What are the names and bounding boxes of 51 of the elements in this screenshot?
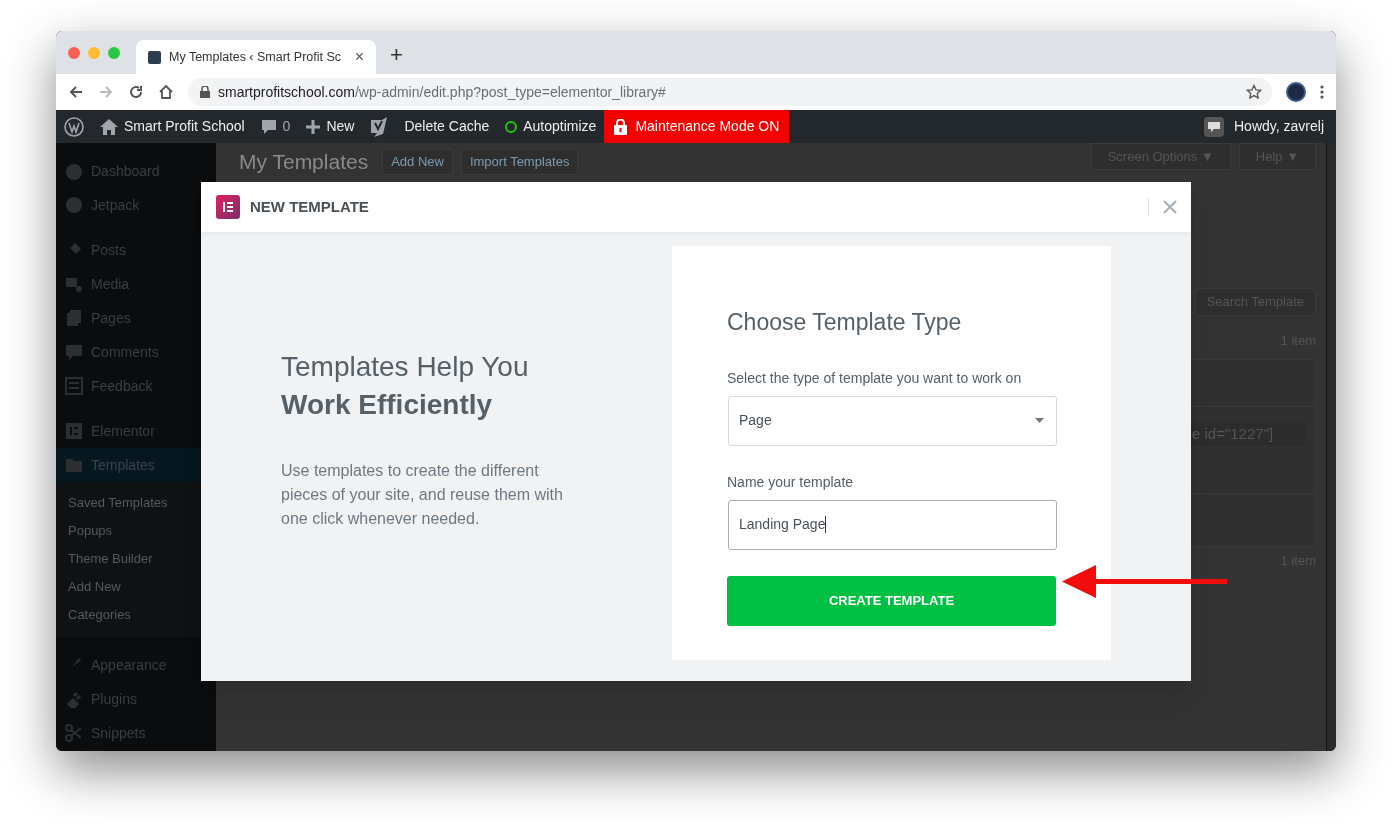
page-action-button[interactable]: Add New: [382, 149, 453, 175]
lock-icon: [200, 86, 210, 98]
dialog-title: NEW TEMPLATE: [250, 196, 369, 217]
pages-icon: [65, 309, 83, 327]
yoast-icon[interactable]: [370, 116, 389, 137]
dialog-heading: Templates Help You Work Efficiently: [281, 350, 530, 422]
star-icon[interactable]: [1246, 84, 1262, 100]
back-icon[interactable]: [68, 84, 84, 100]
speech-bubble-icon: [260, 118, 277, 135]
field-label: Name your template: [727, 472, 855, 492]
media-icon: [65, 275, 83, 293]
url-text: smartprofitschool.com/wp-admin/edit.php?post_type=elementor_library#: [218, 82, 666, 102]
admin-bar-link[interactable]: 0: [282, 116, 291, 137]
list-icon: [65, 377, 83, 395]
home-icon[interactable]: [158, 84, 174, 100]
plus-icon: [306, 119, 321, 134]
lock-icon: [614, 118, 628, 135]
admin-bar-link[interactable]: Delete Cache: [404, 116, 490, 137]
close-tab-button[interactable]: ×: [354, 45, 364, 69]
page-title: My Templates: [239, 149, 369, 175]
circle-icon: [65, 196, 83, 214]
elementor-logo-icon: [216, 195, 240, 219]
admin-bar-link[interactable]: Smart Profit School: [124, 116, 245, 137]
wordpress-logo-icon[interactable]: [64, 116, 84, 137]
card-title: Choose Template Type: [727, 308, 963, 337]
page-action-button[interactable]: Import Templates: [460, 149, 579, 175]
new-tab-button[interactable]: +: [390, 44, 403, 66]
create-template-button[interactable]: CREATE TEMPLATE: [727, 575, 1056, 626]
speech-bubble-icon: [65, 343, 83, 361]
admin-bar-link[interactable]: Autoptimize: [523, 116, 597, 137]
avatar-icon[interactable]: [1286, 82, 1306, 102]
dialog-description: Use templates to create the different pieces of your site, and reuse them with one click whenever needed.: [281, 461, 564, 529]
scrollbar[interactable]: [1326, 143, 1336, 751]
template-type-select[interactable]: Page: [728, 395, 1057, 446]
user-greeting[interactable]: Howdy, zavrelj: [1234, 116, 1324, 137]
home-icon: [100, 118, 118, 135]
reload-icon[interactable]: [128, 84, 144, 100]
dropdown-caret-icon: [1035, 418, 1044, 423]
admin-bar-link[interactable]: New: [326, 116, 355, 137]
template-name-field[interactable]: Landing Page: [728, 499, 1057, 550]
elementor-icon: [65, 422, 83, 440]
tab-title: My Templates ‹ Smart Profit Sc: [169, 48, 343, 66]
field-label: Select the type of template you want to work on: [727, 368, 1023, 388]
notification-icon[interactable]: [1204, 116, 1224, 137]
address-bar[interactable]: smartprofitschool.com/wp-admin/edit.php?post_type=elementor_library#: [188, 78, 1272, 106]
scissors-icon: [65, 724, 83, 742]
browser-tab[interactable]: My Templates ‹ Smart Profit Sc ×: [136, 40, 376, 74]
favicon-icon: [148, 50, 161, 64]
maintenance-mode-badge[interactable]: Maintenance Mode ON: [604, 110, 790, 143]
folder-icon: [65, 456, 83, 474]
menu-icon[interactable]: [1320, 85, 1324, 99]
